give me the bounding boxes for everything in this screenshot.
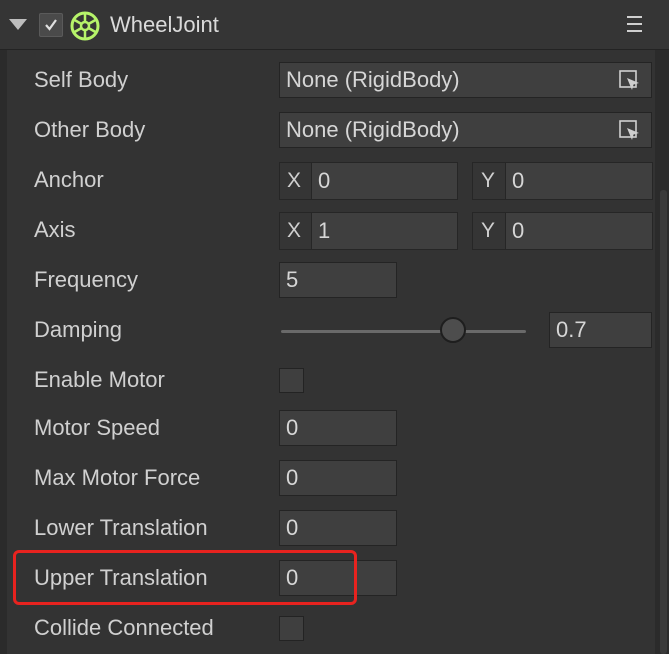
max-motor-force-input[interactable]: 0 <box>279 460 397 496</box>
axis-x-input[interactable]: 1 <box>311 213 457 249</box>
anchor-label: Anchor <box>34 167 104 192</box>
axis-x-letter: X <box>287 219 302 242</box>
motor-speed-label: Motor Speed <box>34 415 160 440</box>
collapse-caret-icon[interactable] <box>9 19 27 30</box>
enable-motor-checkbox[interactable] <box>279 368 304 393</box>
axis-y-wrap: Y 0 <box>472 212 653 250</box>
hamburger-menu-icon[interactable] <box>627 16 642 37</box>
lower-translation-label: Lower Translation <box>34 515 208 540</box>
damping-input[interactable]: 0.7 <box>549 312 652 348</box>
self-body-field[interactable]: None (RigidBody) <box>279 62 652 98</box>
anchor-x-letter: X <box>287 169 302 192</box>
enable-motor-label: Enable Motor <box>34 367 165 392</box>
object-picker-icon[interactable] <box>619 120 641 142</box>
other-body-field[interactable]: None (RigidBody) <box>279 112 652 148</box>
axis-x-wrap: X 1 <box>279 212 458 250</box>
self-body-label: Self Body <box>34 67 129 92</box>
lower-translation-input[interactable]: 0 <box>279 510 397 546</box>
anchor-y-wrap: Y 0 <box>472 162 653 200</box>
object-picker-icon[interactable] <box>619 70 641 92</box>
anchor-y-input[interactable]: 0 <box>505 163 652 199</box>
highlight-box <box>13 550 357 605</box>
wheel-icon <box>70 11 100 41</box>
anchor-x-wrap: X 0 <box>279 162 458 200</box>
scrollbar[interactable] <box>660 190 667 654</box>
component-enable-checkbox[interactable] <box>39 13 63 37</box>
anchor-x-input[interactable]: 0 <box>311 163 457 199</box>
max-motor-force-label: Max Motor Force <box>34 465 201 490</box>
axis-label: Axis <box>34 217 76 242</box>
axis-y-letter: Y <box>481 219 496 242</box>
motor-speed-input[interactable]: 0 <box>279 410 397 446</box>
frequency-input[interactable]: 5 <box>279 262 397 298</box>
component-title: WheelJoint <box>110 12 219 37</box>
component-header: WheelJoint <box>0 0 669 50</box>
other-body-label: Other Body <box>34 117 146 142</box>
damping-slider-thumb[interactable] <box>439 317 466 343</box>
checkmark-icon <box>45 19 57 31</box>
other-body-value: None (RigidBody) <box>286 117 460 142</box>
self-body-value: None (RigidBody) <box>286 67 460 92</box>
axis-y-input[interactable]: 0 <box>505 213 652 249</box>
collide-connected-label: Collide Connected <box>34 615 214 640</box>
collide-connected-checkbox[interactable] <box>279 616 304 641</box>
damping-label: Damping <box>34 317 123 342</box>
damping-slider-track[interactable] <box>281 330 526 333</box>
anchor-y-letter: Y <box>481 169 496 192</box>
frequency-label: Frequency <box>34 267 138 292</box>
